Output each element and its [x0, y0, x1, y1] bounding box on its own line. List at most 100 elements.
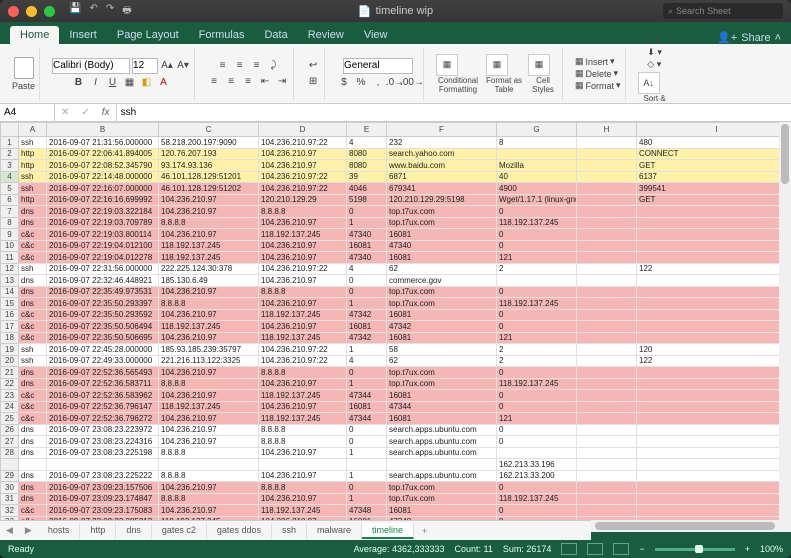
cell[interactable]: 0	[347, 275, 387, 287]
sheet-tab-gates-c2[interactable]: gates c2	[152, 523, 207, 539]
format-as-table-button[interactable]: ▦Format as Table	[486, 54, 522, 94]
cell[interactable]	[637, 286, 791, 298]
cell[interactable]: 2016-09-07 23:09:23.175083	[47, 505, 159, 517]
name-box[interactable]: A4	[0, 104, 55, 121]
cell[interactable]: c&c	[19, 240, 47, 252]
cell[interactable]: top.t7ux.com	[387, 298, 497, 310]
cell[interactable]: 2016-09-07 22:16:16.699992	[47, 194, 159, 206]
cell[interactable]: 16081	[387, 309, 497, 321]
cell[interactable]: 104.236.210.97	[259, 298, 347, 310]
format-button[interactable]: ▦ Format ▾	[575, 80, 621, 91]
currency-icon[interactable]: $	[337, 76, 351, 90]
cell[interactable]: 0	[497, 367, 577, 379]
ribbon-tab-formulas[interactable]: Formulas	[189, 26, 255, 44]
cell[interactable]	[637, 459, 791, 471]
row-header[interactable]: 18	[1, 332, 19, 344]
cell[interactable]: c&c	[19, 516, 47, 520]
cell[interactable]: 121	[497, 413, 577, 425]
cell[interactable]: 8	[497, 137, 577, 149]
cell[interactable]: 162.213.33.200	[497, 470, 577, 482]
cell[interactable]: 47340	[347, 252, 387, 264]
cell[interactable]: GET	[637, 194, 791, 206]
column-header[interactable]: H	[577, 123, 637, 137]
cell[interactable]: 2016-09-07 22:35:50.293592	[47, 309, 159, 321]
cell[interactable]	[577, 194, 637, 206]
cell[interactable]: 2016-09-07 22:35:50.293397	[47, 298, 159, 310]
table-row[interactable]: 2http2016-09-07 22:06:41.894005120.76.20…	[1, 148, 791, 160]
cell[interactable]: 2016-09-07 22:35:50.506695	[47, 332, 159, 344]
cell[interactable]: 16081	[347, 240, 387, 252]
table-row[interactable]: 33c&c2016-09-07 23:09:23.385212118.192.1…	[1, 516, 791, 520]
cell[interactable]: 16081	[347, 321, 387, 333]
cell[interactable]: dns	[19, 298, 47, 310]
row-header[interactable]: 29	[1, 470, 19, 482]
cell[interactable]: 2016-09-07 22:32:46.448921	[47, 275, 159, 287]
cell[interactable]: 104.236.210.97	[159, 309, 259, 321]
cell[interactable]: 0	[497, 401, 577, 413]
cell[interactable]: 16081	[387, 413, 497, 425]
delete-button[interactable]: ▦ Delete ▾	[575, 68, 621, 79]
table-row[interactable]: 5ssh2016-09-07 22:16:07.00000046.101.128…	[1, 183, 791, 195]
paste-icon[interactable]	[14, 57, 34, 79]
search-sheet-input[interactable]: ⌕ Search Sheet	[663, 3, 783, 19]
cell[interactable]	[637, 424, 791, 436]
cell[interactable]: 0	[497, 505, 577, 517]
cell[interactable]	[577, 459, 637, 471]
chevron-up-icon[interactable]: ˄	[775, 32, 781, 44]
italic-button[interactable]: I	[89, 76, 103, 90]
cell[interactable]: 0	[497, 206, 577, 218]
cell[interactable]: 47342	[387, 321, 497, 333]
cell[interactable]: top.t7ux.com	[387, 286, 497, 298]
cell[interactable]: 8.8.8.8	[159, 378, 259, 390]
cell[interactable]: 93.174.93.136	[159, 160, 259, 172]
cell[interactable]	[159, 459, 259, 471]
cell[interactable]	[637, 217, 791, 229]
cell[interactable]: 104.236.210.97	[259, 275, 347, 287]
align-center-icon[interactable]: ≡	[224, 75, 238, 89]
sheet-tab-hosts[interactable]: hosts	[38, 523, 81, 539]
cell[interactable]: 120.76.207.193	[159, 148, 259, 160]
cell[interactable]: 222.225.124.30:378	[159, 263, 259, 275]
cell[interactable]: 118.192.137.245	[259, 505, 347, 517]
cell[interactable]: 0	[347, 206, 387, 218]
cell[interactable]: 2016-09-07 22:06:41.894005	[47, 148, 159, 160]
align-middle-icon[interactable]: ≡	[233, 59, 247, 73]
cell[interactable]: dns	[19, 217, 47, 229]
cell[interactable]: 8.8.8.8	[159, 298, 259, 310]
cell[interactable]: 6137	[637, 171, 791, 183]
row-header[interactable]: 19	[1, 344, 19, 356]
cell[interactable]	[577, 275, 637, 287]
sheet-tab-malware[interactable]: malware	[307, 523, 362, 539]
cell[interactable]: dns	[19, 378, 47, 390]
table-row[interactable]: 26dns2016-09-07 23:08:23.223972104.236.2…	[1, 424, 791, 436]
table-row[interactable]: 30dns2016-09-07 23:09:23.157506104.236.2…	[1, 482, 791, 494]
align-top-icon[interactable]: ≡	[216, 59, 230, 73]
table-row[interactable]: 17c&c2016-09-07 22:35:50.506494118.192.1…	[1, 321, 791, 333]
cell[interactable]: 2016-09-07 22:08:52.345790	[47, 160, 159, 172]
accept-icon[interactable]: ✓	[75, 107, 95, 118]
cell[interactable]: 118.192.137.245	[497, 378, 577, 390]
cell[interactable]: 1	[347, 378, 387, 390]
cell[interactable]	[497, 148, 577, 160]
cell[interactable]: 1	[347, 298, 387, 310]
cell[interactable]: 0	[497, 516, 577, 520]
table-row[interactable]: 19ssh2016-09-07 22:45:28.000000185.93.18…	[1, 344, 791, 356]
cell[interactable]	[577, 298, 637, 310]
cell[interactable]: 104.236.210.97	[259, 470, 347, 482]
cell[interactable]: search.apps.ubuntu.com	[387, 424, 497, 436]
cell[interactable]	[577, 217, 637, 229]
cell[interactable]: 2016-09-07 22:52:36.583711	[47, 378, 159, 390]
table-row[interactable]: 13dns2016-09-07 22:32:46.448921185.130.6…	[1, 275, 791, 287]
cell[interactable]: 2016-09-07 22:52:36.565493	[47, 367, 159, 379]
cell[interactable]: 2016-09-07 22:35:50.506494	[47, 321, 159, 333]
cell[interactable]: 0	[497, 321, 577, 333]
row-header[interactable]: 31	[1, 493, 19, 505]
insert-button[interactable]: ▦ Insert ▾	[575, 56, 621, 67]
cell[interactable]	[637, 321, 791, 333]
cell[interactable]: 480	[637, 137, 791, 149]
table-row[interactable]: 20ssh2016-09-07 22:49:33.000000221.216.1…	[1, 355, 791, 367]
cell[interactable]	[577, 332, 637, 344]
cell[interactable]	[577, 390, 637, 402]
table-row[interactable]: 7dns2016-09-07 22:19:03.322184104.236.21…	[1, 206, 791, 218]
cell[interactable]: 118.192.137.245	[159, 401, 259, 413]
